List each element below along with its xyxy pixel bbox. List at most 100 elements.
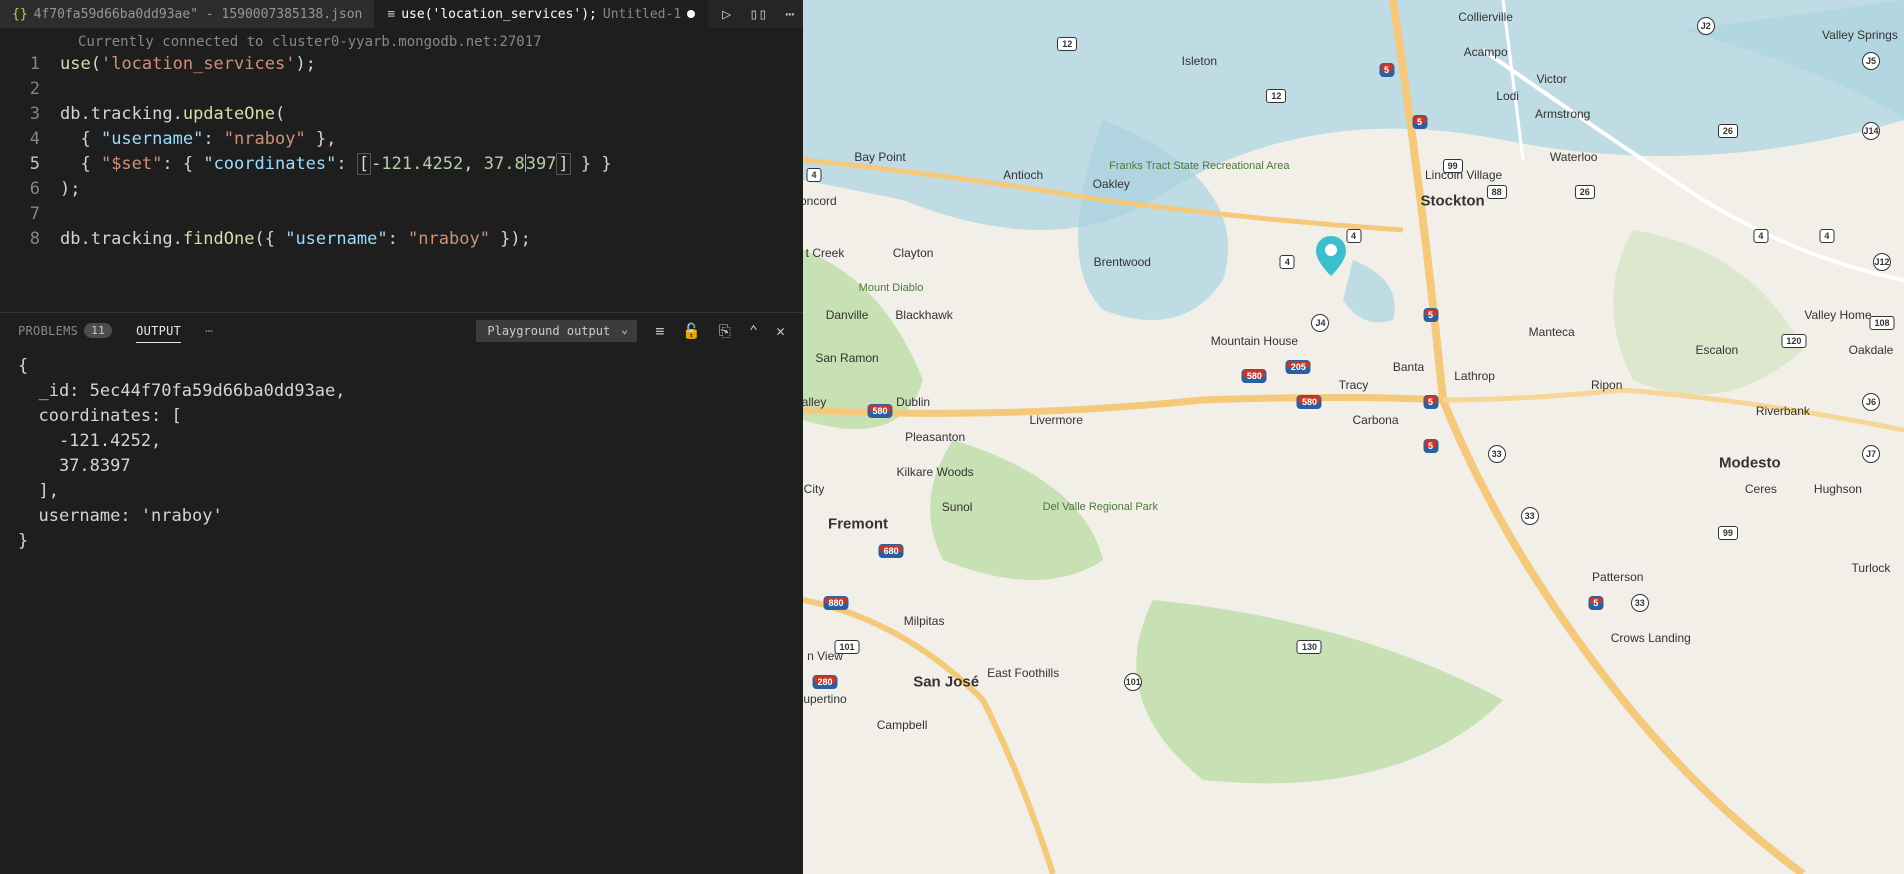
map-city-label: t Creek <box>806 246 845 260</box>
county-shield-icon: J2 <box>1697 17 1715 35</box>
map-city-label: Clayton <box>893 246 934 260</box>
line-number: 4 <box>0 127 60 152</box>
map-city-label: Acampo <box>1464 45 1508 59</box>
map-city-label: Brentwood <box>1094 255 1151 269</box>
more-actions-icon[interactable]: ⋯ <box>785 5 794 23</box>
interstate-shield-icon: 5 <box>1412 115 1427 129</box>
map-city-label: Ripon <box>1591 378 1622 392</box>
state-shield-icon: 99 <box>1443 159 1463 173</box>
interstate-shield-icon: 205 <box>1286 360 1311 374</box>
map-city-label: Stockton <box>1420 193 1484 210</box>
state-shield-icon: 26 <box>1718 124 1738 138</box>
map-city-label: Crows Landing <box>1611 631 1691 645</box>
map-canvas <box>803 0 1904 874</box>
line-number: 8 <box>0 227 60 252</box>
map-city-label: Oakley <box>1093 177 1130 191</box>
county-shield-icon: J5 <box>1862 52 1880 70</box>
map-view[interactable]: StocktonModestoFremontSan JoséIsletonCol… <box>803 0 1904 874</box>
map-city-label: Oakdale <box>1849 343 1894 357</box>
tab-bar: {} 4f70fa59d66ba0dd93ae" - 1590007385138… <box>0 0 803 28</box>
map-city-label: Banta <box>1393 360 1424 374</box>
map-city-label: Dublin <box>896 395 930 409</box>
state-shield-icon: 99 <box>1718 526 1738 540</box>
split-editor-icon[interactable]: ▯▯ <box>749 5 767 23</box>
state-shield-icon: 4 <box>1280 255 1295 269</box>
map-city-label: Manteca <box>1529 325 1575 339</box>
map-city-label: Modesto <box>1719 455 1781 472</box>
map-city-label: Milpitas <box>904 614 945 628</box>
county-shield-icon: J14 <box>1862 122 1880 140</box>
map-city-label: Patterson <box>1592 570 1643 584</box>
map-city-label: Sunol <box>942 500 973 514</box>
map-city-label: Valley Home <box>1804 308 1871 322</box>
problems-count-badge: 11 <box>84 323 112 338</box>
county-shield-icon: 33 <box>1521 507 1539 525</box>
output-tab[interactable]: OUTPUT <box>136 324 181 343</box>
map-city-label: Collierville <box>1458 10 1513 24</box>
map-city-label: Riverbank <box>1756 404 1810 418</box>
clear-output-icon[interactable]: ⎘ <box>719 322 731 340</box>
map-city-label: Mountain House <box>1211 334 1298 348</box>
state-shield-icon: 88 <box>1487 185 1507 199</box>
map-city-label: Tracy <box>1339 378 1369 392</box>
map-city-label: Danville <box>826 308 869 322</box>
tab-json-result[interactable]: {} 4f70fa59d66ba0dd93ae" - 1590007385138… <box>0 0 375 28</box>
problems-tab[interactable]: PROBLEMS 11 <box>18 323 112 338</box>
map-city-label: Hughson <box>1814 482 1862 496</box>
interstate-shield-icon: 580 <box>1297 395 1322 409</box>
county-shield-icon: 33 <box>1631 594 1649 612</box>
map-city-label: Armstrong <box>1535 107 1590 121</box>
interstate-shield-icon: 280 <box>813 675 838 689</box>
map-city-label: City <box>804 482 825 496</box>
map-pin-icon[interactable] <box>1316 236 1346 280</box>
map-city-label: Kilkare Woods <box>897 465 974 479</box>
map-city-label: Lodi <box>1496 89 1519 103</box>
interstate-shield-icon: 580 <box>1242 369 1267 383</box>
state-shield-icon: 4 <box>1819 229 1834 243</box>
line-number: 3 <box>0 102 60 127</box>
output-channel-select[interactable]: Playground output <box>476 320 637 342</box>
tab-playground[interactable]: ≡ use('location_services'); Untitled-1 <box>375 0 708 28</box>
line-number: 6 <box>0 177 60 202</box>
county-shield-icon: J6 <box>1862 393 1880 411</box>
state-shield-icon: 12 <box>1057 37 1077 51</box>
map-city-label: San Ramon <box>815 351 878 365</box>
county-shield-icon: 101 <box>1124 673 1142 691</box>
map-city-label: Antioch <box>1003 168 1043 182</box>
map-city-label: East Foothills <box>987 666 1059 680</box>
map-city-label: upertino <box>803 692 846 706</box>
interstate-shield-icon: 5 <box>1379 63 1394 77</box>
state-shield-icon: 12 <box>1266 89 1286 103</box>
line-number: 5 <box>0 152 60 177</box>
state-shield-icon: 120 <box>1781 334 1806 348</box>
map-city-label: Ceres <box>1745 482 1777 496</box>
map-city-label: Concord <box>803 194 837 208</box>
lock-icon[interactable]: 🔓 <box>682 322 701 340</box>
state-shield-icon: 26 <box>1575 185 1595 199</box>
connection-status: Currently connected to cluster0-yyarb.mo… <box>0 28 803 52</box>
output-content[interactable]: { _id: 5ec44f70fa59d66ba0dd93ae, coordin… <box>0 348 803 874</box>
list-icon[interactable]: ≡ <box>655 322 664 340</box>
map-city-label: Franks Tract State Recreational Area <box>1109 160 1289 172</box>
json-icon: {} <box>12 7 28 22</box>
map-city-label: Carbona <box>1353 413 1399 427</box>
county-shield-icon: 33 <box>1488 445 1506 463</box>
run-icon[interactable]: ▷ <box>722 5 731 23</box>
map-city-label: Isleton <box>1182 54 1217 68</box>
tab-label: 4f70fa59d66ba0dd93ae" - 1590007385138.js… <box>34 7 363 22</box>
tab-label: use('location_services'); <box>401 7 597 22</box>
maximize-panel-icon[interactable]: ⌃ <box>749 322 758 340</box>
state-shield-icon: 101 <box>835 640 860 654</box>
map-city-label: Blackhawk <box>895 308 952 322</box>
map-city-label: Campbell <box>877 718 928 732</box>
state-shield-icon: 4 <box>1346 229 1361 243</box>
code-editor[interactable]: 1use('location_services'); 2 3db.trackin… <box>0 52 803 252</box>
interstate-shield-icon: 880 <box>824 596 849 610</box>
interstate-shield-icon: 5 <box>1423 308 1438 322</box>
more-tabs-icon[interactable]: ⋯ <box>205 324 213 338</box>
close-panel-icon[interactable]: ✕ <box>776 322 785 340</box>
editor-actions: ▷ ▯▯ ⋯ <box>708 5 808 23</box>
tab-filename: Untitled-1 <box>603 7 681 22</box>
interstate-shield-icon: 5 <box>1423 439 1438 453</box>
map-city-label: Escalon <box>1695 343 1738 357</box>
